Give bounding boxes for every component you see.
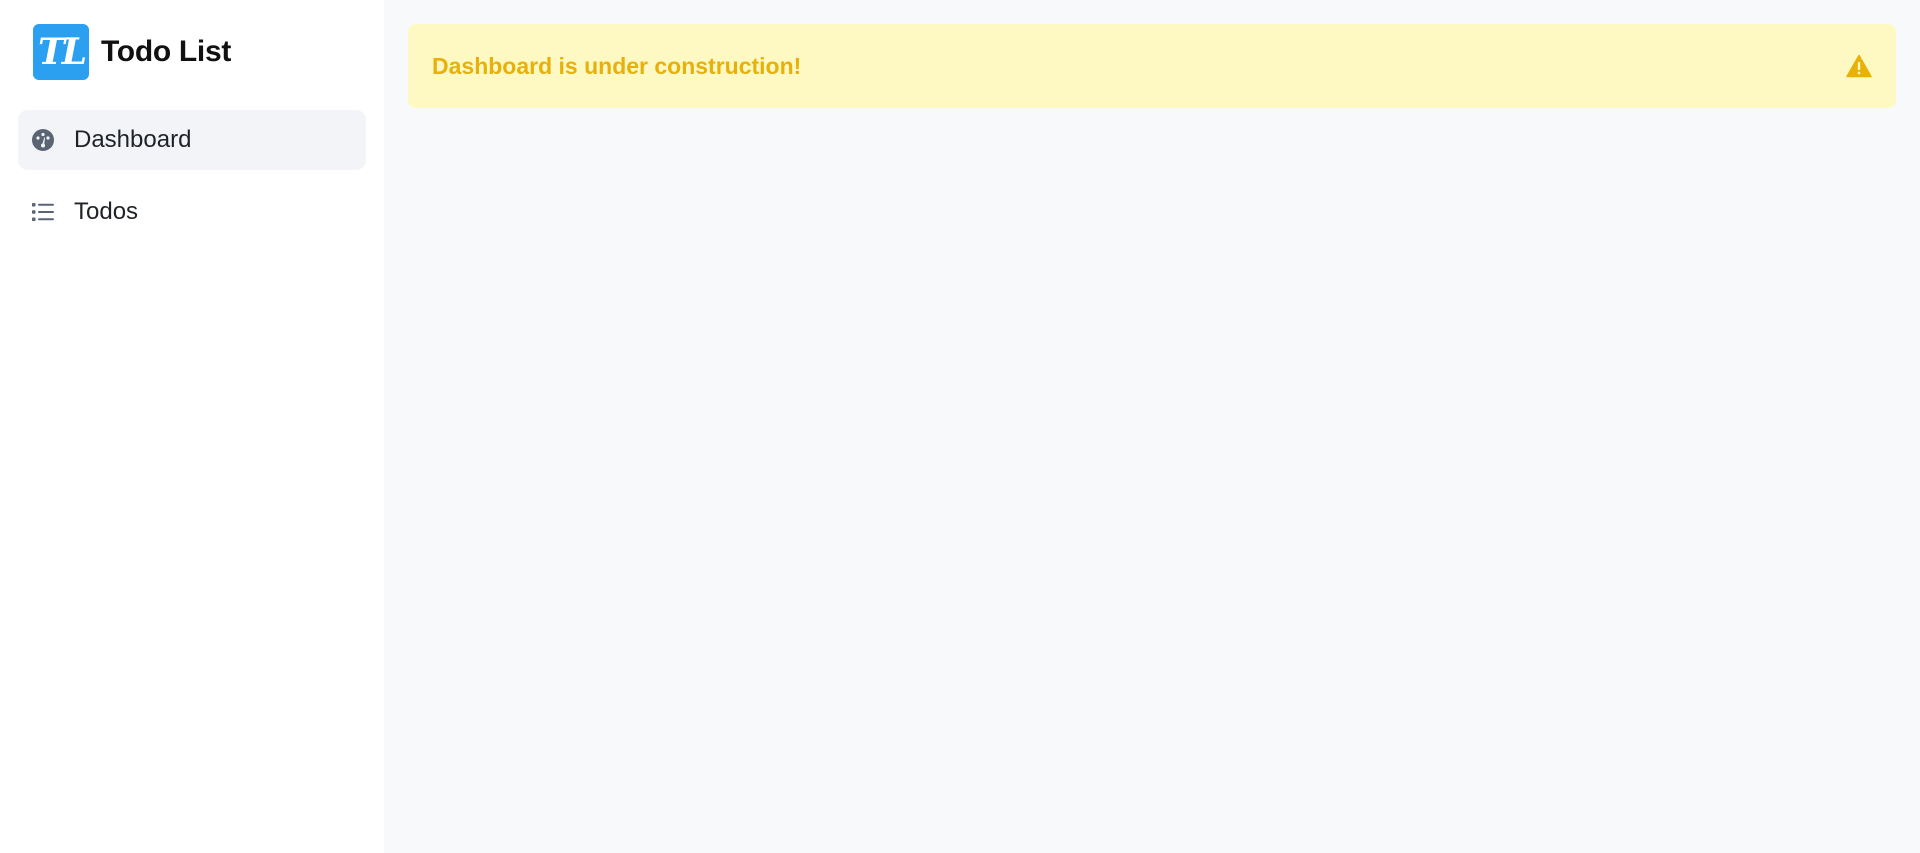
sidebar-item-dashboard[interactable]: Dashboard <box>18 110 366 170</box>
brand[interactable]: TL Todo List <box>0 0 384 80</box>
sidebar-item-todos[interactable]: Todos <box>18 182 366 242</box>
dashboard-icon <box>30 127 56 153</box>
sidebar-item-label: Dashboard <box>74 126 192 153</box>
alert-message: Dashboard is under construction! <box>432 52 802 79</box>
brand-logo: TL <box>33 24 89 80</box>
list-icon <box>30 199 56 225</box>
main-content: Dashboard is under construction! <box>384 0 1920 853</box>
construction-alert: Dashboard is under construction! <box>408 24 1896 108</box>
brand-title: Todo List <box>101 35 232 68</box>
sidebar-item-label: Todos <box>74 198 139 225</box>
app-root: TL Todo List Dashboard Todos Dashboard i… <box>0 0 1920 853</box>
sidebar-nav: Dashboard Todos <box>0 110 384 242</box>
warning-icon <box>1846 53 1872 79</box>
sidebar: TL Todo List Dashboard Todos <box>0 0 384 853</box>
